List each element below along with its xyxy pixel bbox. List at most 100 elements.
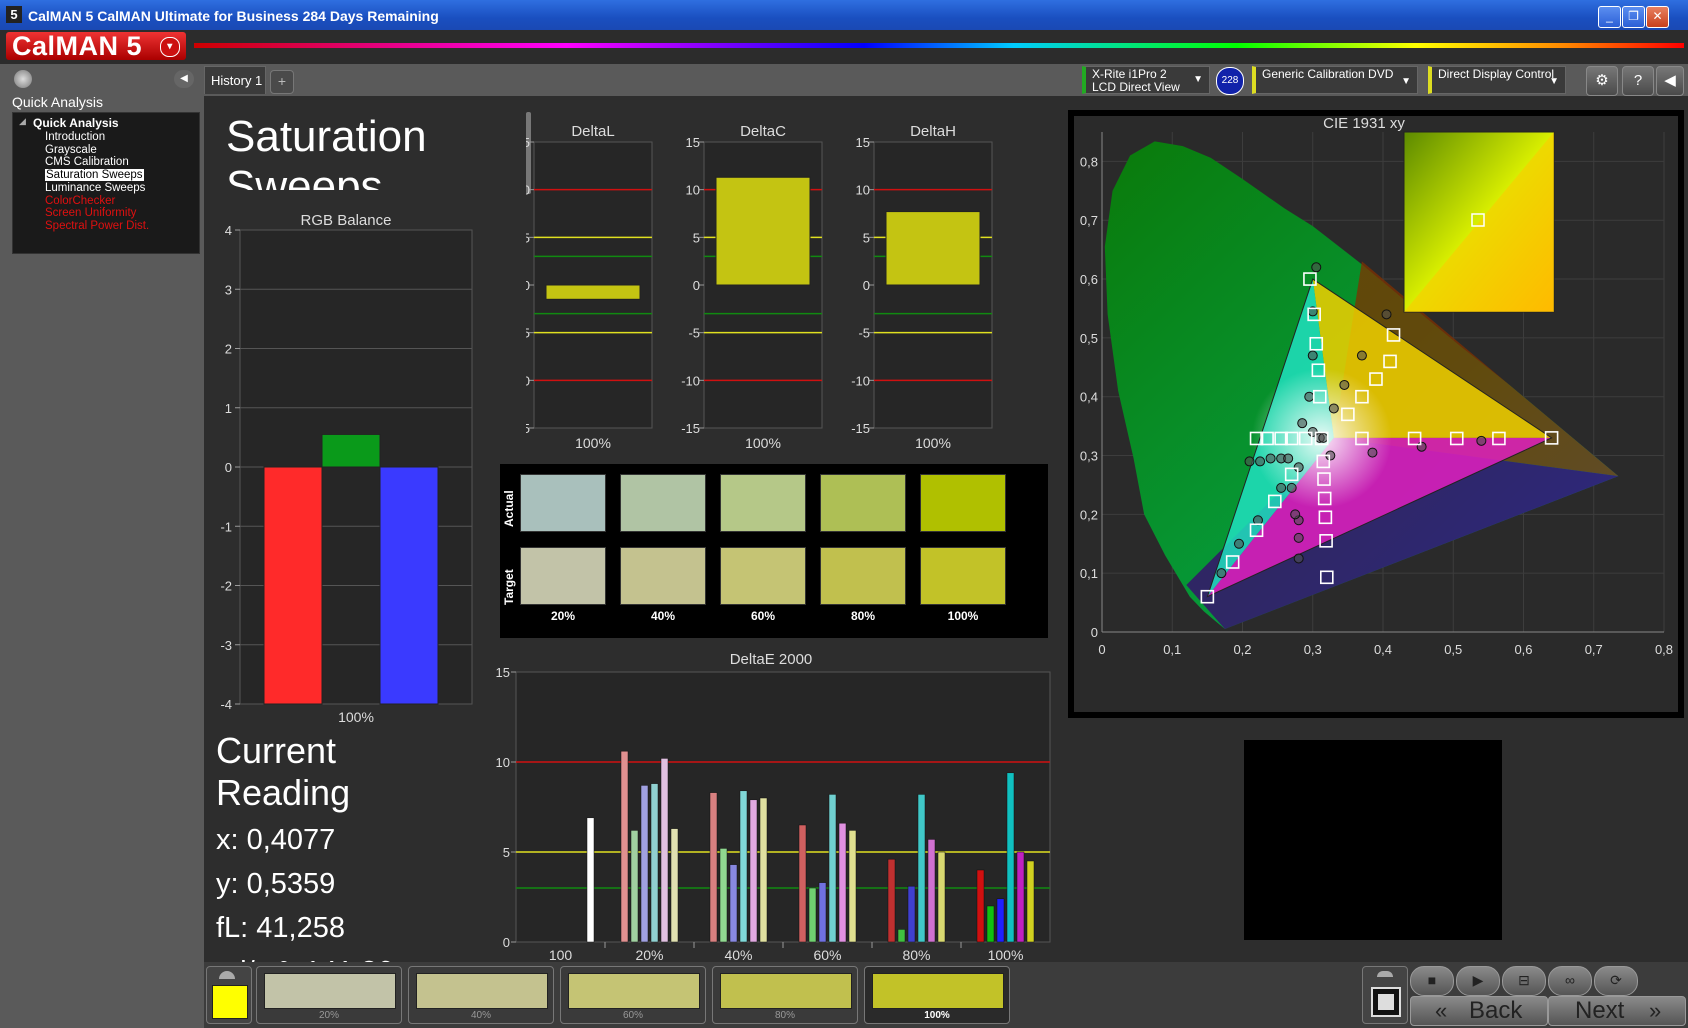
x-tick-label: 0,2 [1233, 642, 1251, 657]
actual-swatch [920, 474, 1006, 532]
meter-mode: LCD Direct View [1092, 80, 1180, 94]
deltae-bar [887, 858, 896, 943]
restore-button[interactable]: ❐ [1622, 6, 1645, 28]
deltae-bar [749, 799, 758, 943]
reading-fl: fL: 41,258 [216, 912, 345, 944]
row-label-actual: Actual [502, 490, 516, 528]
x-tick-label: 20% [635, 947, 663, 960]
app-logo-icon: 5 [6, 6, 22, 23]
tree-item[interactable]: Luminance Sweeps [45, 182, 145, 194]
y-tick-label: 5 [693, 230, 700, 245]
measured-point [1244, 456, 1255, 467]
tree-item[interactable]: Spectral Power Dist. [45, 220, 149, 232]
swatch-label: 20% [550, 609, 576, 623]
target-swatch [520, 547, 606, 605]
x-tick-label: 0,3 [1304, 642, 1322, 657]
page-title-line2: Sweeps [226, 162, 383, 190]
help-icon[interactable]: ? [1622, 66, 1654, 96]
x-tick-label: 100% [338, 709, 374, 725]
measured-point [1328, 403, 1339, 414]
deltae-bar [640, 785, 649, 943]
deltae-bar [660, 758, 669, 943]
tree-expand-icon[interactable]: ◢ [19, 116, 26, 127]
tree-item[interactable]: ColorChecker [45, 195, 115, 207]
chart-title: DeltaL [571, 123, 614, 140]
brand-menu-button[interactable]: CalMAN 5 ▾ [6, 32, 186, 60]
deltae-bar [1006, 772, 1015, 943]
source-dropdown[interactable]: Generic Calibration DVD ▼ [1252, 66, 1418, 94]
tree-item[interactable]: CMS Calibration [45, 156, 129, 168]
collapse-right-icon[interactable]: ◀ [1656, 66, 1684, 96]
tree-item[interactable]: Screen Uniformity [45, 207, 136, 219]
stop-measure-button[interactable] [1362, 966, 1408, 1024]
back-button[interactable]: « Back [1410, 996, 1548, 1026]
swatch-panel: Actual Target 20% 40% 60% 80% 100% [500, 464, 1048, 638]
stop-icon[interactable]: ■ [1410, 966, 1454, 996]
target-swatch [620, 547, 706, 605]
bottom-swatch-button[interactable]: 100% [864, 966, 1010, 1024]
tree-root-label[interactable]: Quick Analysis [33, 116, 119, 130]
tree-item[interactable]: Saturation Sweeps [45, 169, 144, 182]
display-dropdown[interactable]: Direct Display Control ▼ [1428, 66, 1566, 94]
x-tick-label: 0,8 [1655, 642, 1673, 657]
meter-badge[interactable]: 228 [1216, 67, 1244, 95]
deltae-bar [650, 783, 659, 943]
deltae-bar [838, 822, 847, 943]
refresh-icon[interactable]: ⟳ [1594, 966, 1638, 996]
bottom-swatch-label: 60% [622, 1010, 643, 1021]
x-tick-label: 0 [1098, 642, 1105, 657]
page-title: Saturation Sweeps [226, 112, 486, 190]
collapse-left-icon[interactable]: ◀ [174, 70, 194, 88]
y-tick-label: 2 [225, 342, 232, 357]
y-tick-label: 5 [503, 845, 510, 860]
next-button[interactable]: Next » [1548, 996, 1686, 1026]
loop-icon[interactable]: ∞ [1548, 966, 1592, 996]
bottom-swatch-button[interactable]: 40% [408, 966, 554, 1024]
y-tick-labels: 4 3 2 1 0 -1 -2 -3 -4 [220, 223, 232, 712]
y-tick-label: 0,6 [1080, 272, 1098, 287]
back-label: Back [1469, 997, 1523, 1024]
x-tick-label: 100% [575, 435, 611, 448]
app-header: CalMAN 5 ▾ [0, 30, 1688, 64]
page-title-line1: Saturation [226, 112, 427, 161]
y-tick-label: 0 [225, 460, 232, 475]
current-color-button[interactable] [206, 966, 252, 1024]
measured-point [1297, 418, 1308, 429]
deltae-bar [586, 817, 595, 943]
target-swatch [920, 547, 1006, 605]
add-tab-button[interactable]: + [270, 70, 294, 94]
back-chevrons-icon: « [1435, 998, 1448, 1023]
bottom-swatch-button[interactable]: 60% [560, 966, 706, 1024]
tree-item[interactable]: Grayscale [45, 144, 97, 156]
next-chevrons-icon: » [1649, 998, 1662, 1023]
tab-history-1[interactable]: History 1 [204, 66, 266, 94]
y-tick-label: 5 [526, 230, 530, 245]
actual-swatch [620, 474, 706, 532]
y-tick-label: 5 [863, 230, 870, 245]
brand-name: CalMAN 5 [12, 31, 143, 61]
y-tick-label: 0,2 [1080, 507, 1098, 522]
y-tick-label: 0 [1091, 625, 1098, 640]
measured-point [1286, 482, 1297, 493]
measured-point [1216, 568, 1227, 579]
deltae-bar [907, 885, 916, 943]
bottom-swatch [416, 973, 548, 1009]
bottom-swatch-button[interactable]: 20% [256, 966, 402, 1024]
deltae-bar [719, 848, 728, 943]
y-tick-label: -10 [851, 373, 870, 388]
record-icon[interactable]: ⊟ [1502, 966, 1546, 996]
minimize-button[interactable]: _ [1598, 6, 1621, 28]
play-icon[interactable]: ▶ [1456, 966, 1500, 996]
panel-pin-icon[interactable] [14, 70, 32, 88]
measured-point [1276, 482, 1287, 493]
close-button[interactable]: ✕ [1646, 6, 1669, 28]
green-bar [321, 433, 381, 468]
next-label: Next [1575, 997, 1625, 1024]
tree-item[interactable]: Introduction [45, 131, 105, 143]
bottom-swatch-button[interactable]: 80% [712, 966, 858, 1024]
deltae-bar [976, 869, 985, 943]
meter-dropdown[interactable]: X-Rite i1Pro 2 LCD Direct View ▼ [1082, 66, 1210, 94]
current-color-swatch [212, 985, 248, 1019]
y-tick-label: -15 [851, 421, 870, 436]
settings-gear-icon[interactable]: ⚙ [1586, 66, 1618, 96]
